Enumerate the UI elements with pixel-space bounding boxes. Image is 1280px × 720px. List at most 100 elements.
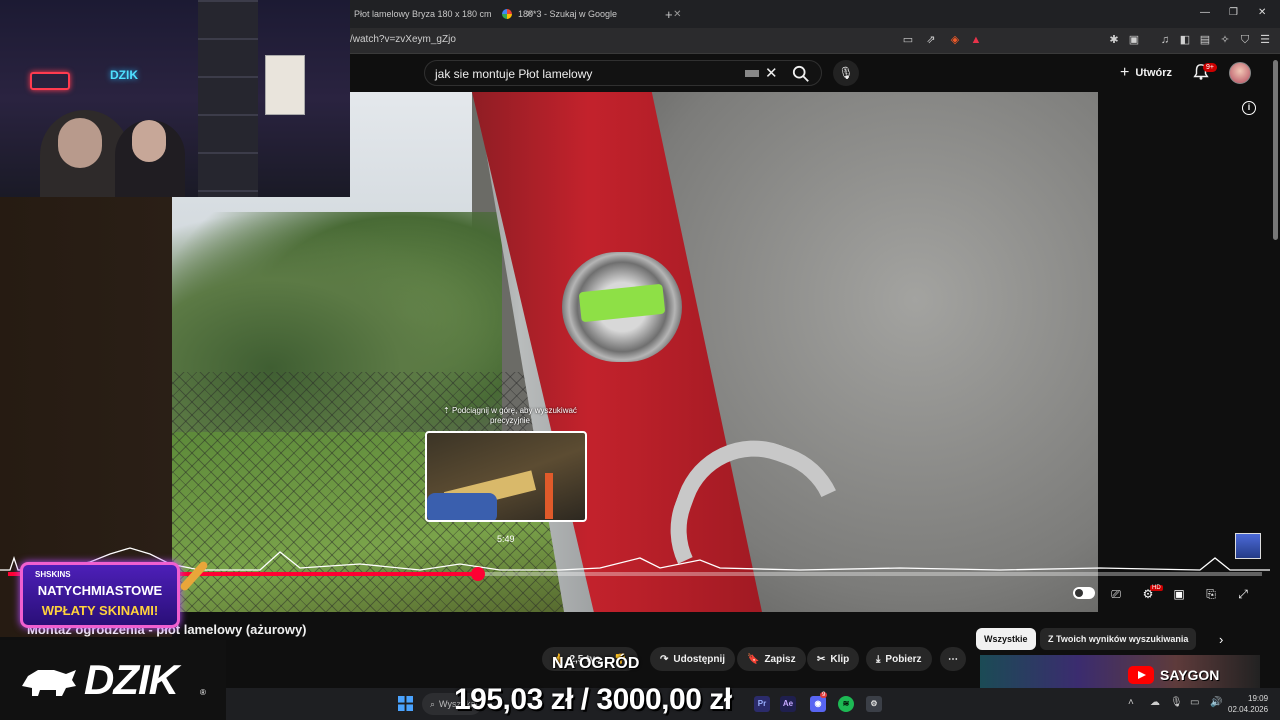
sidebar-icon[interactable]: ◧ bbox=[1178, 33, 1192, 47]
dzik-logo: DZIK ® bbox=[0, 640, 226, 720]
clear-search-icon[interactable]: ✕ bbox=[765, 64, 778, 82]
channel-mini-thumbnail bbox=[1235, 533, 1261, 559]
minimize-icon[interactable]: — bbox=[1200, 7, 1210, 18]
promo-banner: SHSKINS NATYCHMIASTOWE WPŁATY SKINAMI! bbox=[20, 562, 180, 628]
onedrive-icon[interactable]: ☁ bbox=[1150, 697, 1160, 708]
windows-taskbar: ⌕ Wyszukaj Pr Ae ◉ 9 ≋ ⚙ ˄ ☁ 🎙 ▭ 🔊 19:09… bbox=[226, 688, 1280, 720]
audio-visualizer bbox=[0, 547, 1270, 571]
share-arrow-icon: ↷ bbox=[660, 653, 669, 665]
guest-head bbox=[132, 120, 166, 162]
spotify-icon[interactable]: ≋ bbox=[838, 696, 854, 712]
avatar[interactable] bbox=[1229, 62, 1251, 84]
chevron-right-icon[interactable]: › bbox=[1219, 632, 1223, 647]
autoplay-toggle[interactable] bbox=[1073, 587, 1095, 599]
subtitles-icon[interactable]: ⎚ bbox=[1107, 586, 1125, 602]
network-icon[interactable]: ▭ bbox=[1190, 697, 1199, 708]
registered-mark: ® bbox=[200, 688, 206, 697]
cast-icon[interactable]: ⎘ bbox=[1202, 586, 1220, 602]
screenshot-icon[interactable]: ▣ bbox=[1127, 33, 1141, 47]
partner-name: SAYGON bbox=[1160, 667, 1220, 683]
more-actions-button[interactable]: ⋯ bbox=[940, 647, 966, 671]
url-field[interactable]: /watch?v=zvXeym_gZjo bbox=[350, 34, 456, 45]
new-tab-button[interactable]: + bbox=[665, 3, 673, 25]
keyboard-icon[interactable] bbox=[745, 70, 759, 77]
discord-badge: 9 bbox=[820, 692, 828, 698]
create-button[interactable]: + Utwórz bbox=[1120, 64, 1172, 82]
restore-icon[interactable]: ❐ bbox=[1229, 7, 1238, 18]
search-icon[interactable] bbox=[792, 65, 810, 83]
clock-time[interactable]: 19:09 bbox=[1248, 694, 1268, 703]
clip-button[interactable]: ✂ Klip bbox=[807, 647, 860, 671]
plus-icon: + bbox=[1120, 64, 1130, 81]
scrollbar-thumb[interactable] bbox=[1273, 60, 1278, 240]
seek-hint-text: Podciągnij w górę, aby wyszukiwać precyz… bbox=[451, 406, 577, 425]
leo-ai-icon[interactable]: ✧ bbox=[1218, 33, 1232, 47]
extensions-icon[interactable]: ✱ bbox=[1107, 33, 1121, 47]
close-window-icon[interactable]: ✕ bbox=[1258, 7, 1266, 18]
download-icon: ⤓ bbox=[876, 653, 881, 665]
promo-subheadline: WPŁATY SKINAMI! bbox=[41, 603, 159, 618]
tab-close-icon[interactable]: ✕ bbox=[673, 9, 681, 20]
partner-badge: SAYGON bbox=[1128, 664, 1219, 686]
clock-date[interactable]: 02.04.2026 bbox=[1228, 705, 1268, 714]
clip-label: Klip bbox=[830, 653, 850, 665]
search-icon: ⌕ bbox=[430, 698, 436, 709]
share-label: Udostępnij bbox=[673, 653, 726, 665]
webcam-neon-sign bbox=[30, 72, 70, 90]
google-icon bbox=[502, 9, 512, 19]
discord-icon[interactable]: ◉ bbox=[810, 696, 826, 712]
microphone-icon: 🎙 bbox=[838, 66, 854, 80]
webcam-shelf bbox=[198, 0, 258, 197]
promo-headline: NATYCHMIASTOWE bbox=[37, 583, 163, 598]
donation-goal-amount: 195,03 zł / 3000,00 zł bbox=[454, 683, 732, 716]
boar-icon bbox=[22, 670, 76, 696]
webcam-neon-text: DZIK bbox=[110, 68, 138, 82]
brave-shield-icon[interactable]: ◈ bbox=[948, 33, 962, 47]
search-box[interactable]: jak sie montuje Płot lamelowy ✕ bbox=[424, 60, 822, 86]
menu-icon[interactable]: ☰ bbox=[1258, 33, 1272, 47]
voice-search-button[interactable]: 🎙 bbox=[833, 60, 859, 86]
tab-title: 180*3 - Szukaj w Google bbox=[518, 9, 618, 19]
tab-title: Płot lamelowy Bryza 180 x 180 cm bbox=[354, 9, 492, 19]
youtube-logo-icon bbox=[1128, 666, 1154, 684]
promo-brand: SHSKINS bbox=[35, 570, 71, 579]
miniplayer-icon[interactable]: ▣ bbox=[1170, 586, 1188, 602]
more-icon: ⋯ bbox=[948, 653, 958, 665]
share-button[interactable]: ↷ Udostępnij bbox=[650, 647, 736, 671]
preview-hammer bbox=[545, 473, 553, 519]
seek-preview-thumbnail bbox=[425, 431, 587, 522]
save-button[interactable]: 🔖 Zapisz bbox=[737, 647, 806, 671]
save-label: Zapisz bbox=[764, 653, 796, 665]
vpn-icon[interactable]: ⛉ bbox=[1238, 33, 1252, 47]
webcam-overlay: DZIK bbox=[0, 0, 350, 197]
hd-badge: HD bbox=[1150, 585, 1163, 591]
bookmark-icon: 🔖 bbox=[747, 653, 760, 665]
volume-icon[interactable]: 🔊 bbox=[1210, 697, 1222, 708]
dzik-wordmark: DZIK bbox=[84, 656, 179, 703]
preview-arm bbox=[427, 493, 497, 520]
tab-google-search[interactable]: 180*3 - Szukaj w Google ✕ bbox=[502, 3, 681, 25]
media-router-icon[interactable]: ▭ bbox=[901, 33, 915, 47]
streamer-head bbox=[58, 118, 102, 168]
chip-all[interactable]: Wszystkie bbox=[976, 628, 1036, 650]
search-input[interactable]: jak sie montuje Płot lamelowy bbox=[435, 67, 592, 81]
windows-start-icon[interactable] bbox=[398, 696, 413, 711]
premiere-icon[interactable]: Pr bbox=[754, 696, 770, 712]
wallet-icon[interactable]: ▤ bbox=[1198, 33, 1212, 47]
tray-overflow-icon[interactable]: ˄ bbox=[1128, 697, 1134, 708]
brave-rewards-icon[interactable]: ▲ bbox=[969, 33, 983, 47]
download-button[interactable]: ⤓ Pobierz bbox=[866, 647, 932, 671]
notification-badge: 9+ bbox=[1203, 63, 1217, 72]
seek-hint: ⇡ Podciągnij w górę, aby wyszukiwać prec… bbox=[440, 406, 580, 426]
fullscreen-icon[interactable]: ⤢ bbox=[1234, 586, 1252, 602]
webcam-poster bbox=[265, 55, 305, 115]
after-effects-icon[interactable]: Ae bbox=[780, 696, 796, 712]
settings-app-icon[interactable]: ⚙ bbox=[866, 696, 882, 712]
music-icon[interactable]: ♫ bbox=[1158, 33, 1172, 47]
chip-from-your-search[interactable]: Z Twoich wyników wyszukiwania bbox=[1040, 628, 1197, 650]
share-icon[interactable]: ⇗ bbox=[924, 33, 938, 47]
donation-goal-label: NA OGRÓD bbox=[552, 655, 640, 672]
swipe-up-icon: ⇡ bbox=[443, 406, 452, 415]
microphone-tray-icon[interactable]: 🎙 bbox=[1170, 697, 1183, 708]
info-icon[interactable]: i bbox=[1242, 101, 1256, 115]
